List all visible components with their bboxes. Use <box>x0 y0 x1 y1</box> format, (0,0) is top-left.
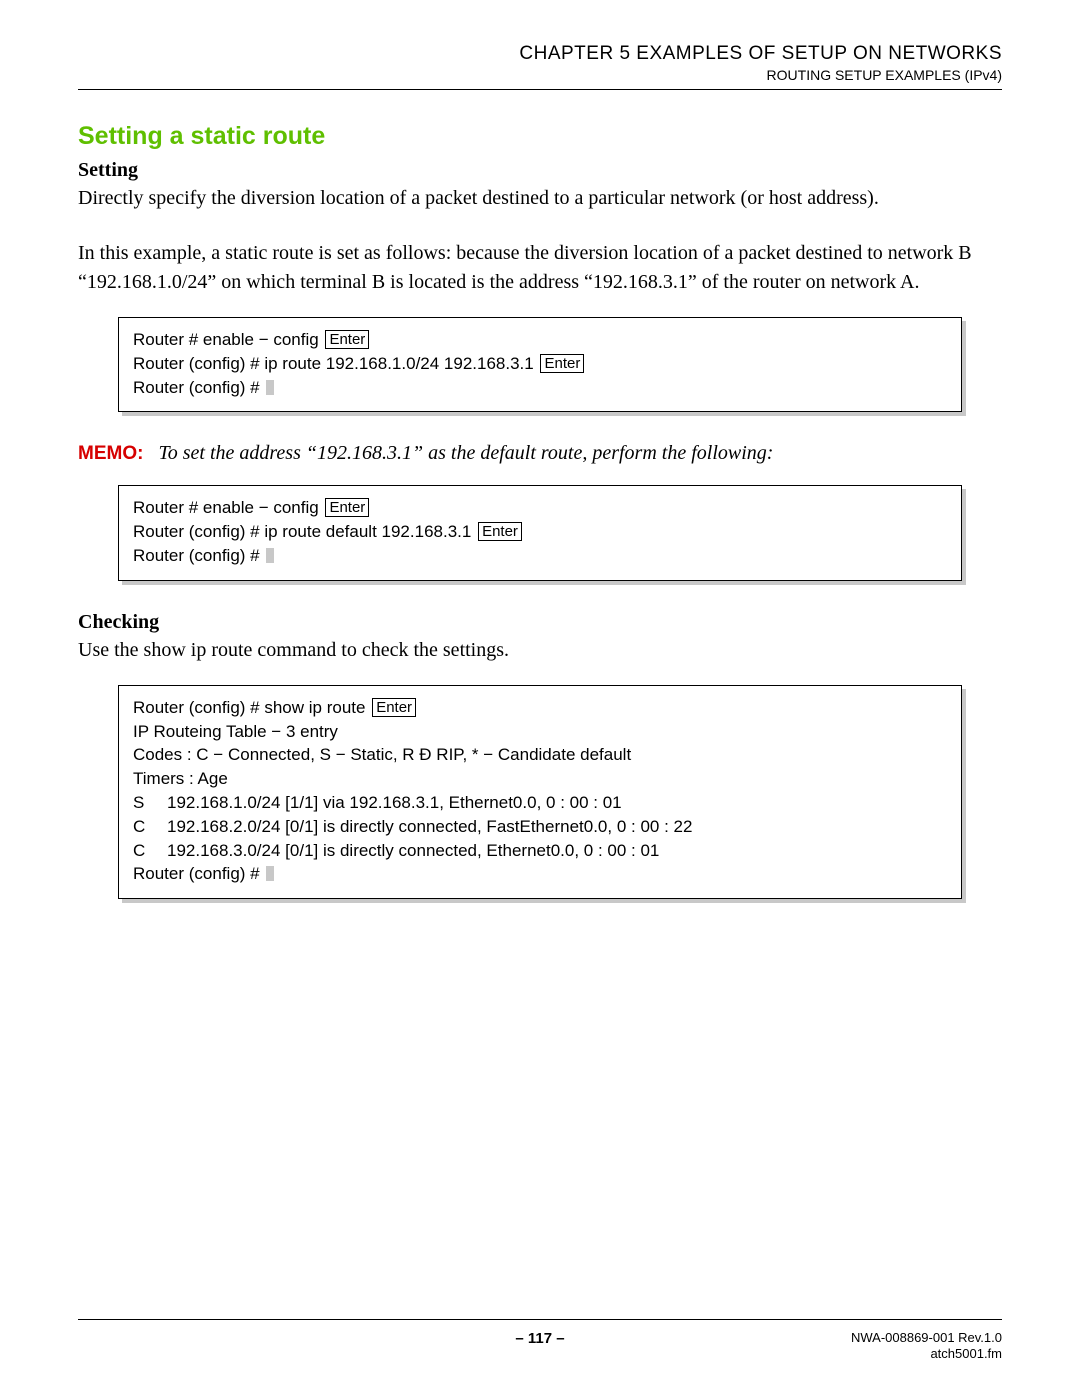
checking-heading: Checking <box>78 611 1002 634</box>
enter-key: Enter <box>325 330 369 349</box>
code-text: Router (config) # ip route 192.168.1.0/2… <box>133 354 534 373</box>
cursor-icon <box>266 380 274 395</box>
code-text: Router (config) # show ip route <box>133 698 365 717</box>
cursor-icon <box>266 548 274 563</box>
route-code: C <box>133 839 167 863</box>
code-text: IP Routeing Table − 3 entry <box>133 720 947 744</box>
doc-file: atch5001.fm <box>851 1346 1002 1362</box>
code-text: Router # enable − config <box>133 330 319 349</box>
setting-heading: Setting <box>78 159 1002 182</box>
doc-id: NWA-008869-001 Rev.1.0 <box>851 1330 1002 1346</box>
code-block-content: Router (config) # show ip route Enter IP… <box>118 685 962 899</box>
code-text: Timers : Age <box>133 767 947 791</box>
enter-key: Enter <box>325 498 369 517</box>
chapter-title: CHAPTER 5 EXAMPLES OF SETUP ON NETWORKS <box>78 43 1002 65</box>
code-text: Router (config) # ip route default 192.1… <box>133 522 471 541</box>
code-block-content: Router # enable − config Enter Router (c… <box>118 317 962 412</box>
route-entry: 192.168.3.0/24 [0/1] is directly connect… <box>167 839 659 863</box>
enter-key: Enter <box>478 522 522 541</box>
page-footer: – 117 – NWA-008869-001 Rev.1.0 atch5001.… <box>78 1319 1002 1347</box>
checking-para: Use the show ip route command to check t… <box>78 636 1002 665</box>
route-entry: 192.168.2.0/24 [0/1] is directly connect… <box>167 815 692 839</box>
setting-para-1: Directly specify the diversion location … <box>78 184 1002 213</box>
section-title: Setting a static route <box>78 122 1002 151</box>
setting-para-2: In this example, a static route is set a… <box>78 239 1002 297</box>
route-code: C <box>133 815 167 839</box>
code-text: Router (config) # <box>133 378 260 397</box>
code-text: Codes : C − Connected, S − Static, R Ð R… <box>133 743 947 767</box>
memo-label: MEMO: <box>78 443 143 464</box>
code-block-3: Router (config) # show ip route Enter IP… <box>118 685 962 899</box>
cursor-icon <box>266 866 274 881</box>
code-block-2: Router # enable − config Enter Router (c… <box>118 485 962 580</box>
page-header: CHAPTER 5 EXAMPLES OF SETUP ON NETWORKS … <box>78 43 1002 90</box>
code-block-1: Router # enable − config Enter Router (c… <box>118 317 962 412</box>
enter-key: Enter <box>540 354 584 373</box>
code-block-content: Router # enable − config Enter Router (c… <box>118 485 962 580</box>
page: CHAPTER 5 EXAMPLES OF SETUP ON NETWORKS … <box>0 0 1080 1397</box>
code-text: Router (config) # <box>133 864 260 883</box>
memo-text: To set the address “192.168.3.1” as the … <box>158 442 773 464</box>
enter-key: Enter <box>372 698 416 717</box>
route-entry: 192.168.1.0/24 [1/1] via 192.168.3.1, Et… <box>167 791 622 815</box>
code-text: Router (config) # <box>133 546 260 565</box>
code-text: Router # enable − config <box>133 498 319 517</box>
memo: MEMO: To set the address “192.168.3.1” a… <box>78 442 1002 465</box>
route-code: S <box>133 791 167 815</box>
chapter-subtitle: ROUTING SETUP EXAMPLES (IPv4) <box>78 67 1002 83</box>
